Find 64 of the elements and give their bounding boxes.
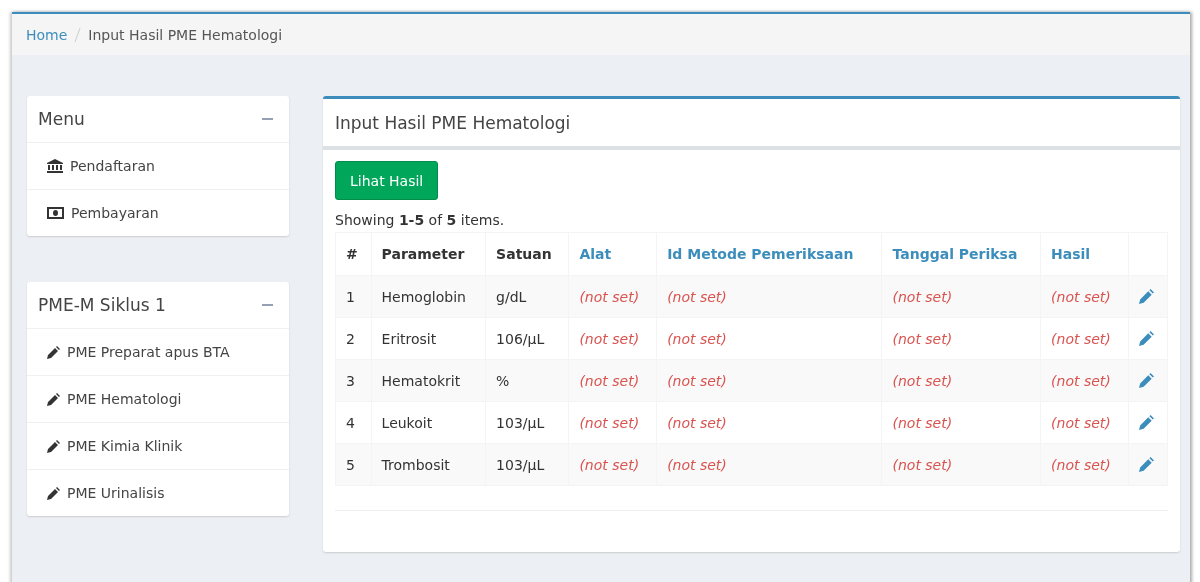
table-cell: 103/µL: [485, 443, 569, 486]
table-cell: (not set): [882, 359, 1041, 402]
sort-link[interactable]: Hasil: [1040, 232, 1129, 276]
table-cell: Eritrosit: [371, 317, 486, 360]
summary-text: Showing 1-5 of 5 items.: [335, 212, 506, 228]
table-cell: (not set): [882, 443, 1041, 486]
pencil-icon: [47, 345, 60, 359]
panel-title: Input Hasil PME Hematologi: [335, 112, 571, 133]
table-cell: Trombosit: [371, 443, 486, 486]
table-cell: (not set): [1040, 401, 1129, 444]
edit-icon[interactable]: [1138, 331, 1154, 346]
table-cell: Leukoit: [371, 401, 486, 444]
table-cell: Hemoglobin: [371, 275, 486, 318]
table-cell: (not set): [656, 443, 882, 486]
column-header: Satuan: [485, 232, 569, 276]
table-cell: g/dL: [485, 275, 569, 318]
column-header: #: [335, 232, 372, 276]
menu-item[interactable]: PME Urinalisis: [27, 470, 289, 516]
table-cell: (not set): [1040, 443, 1129, 486]
menu-item[interactable]: PME Hematologi: [27, 376, 289, 423]
table-cell: (not set): [568, 443, 657, 486]
panel-title: Menu: [38, 109, 85, 129]
pencil-icon: [47, 439, 60, 453]
table-cell: (not set): [1040, 317, 1129, 360]
bank-icon: [47, 159, 63, 173]
table-cell: 4: [335, 401, 372, 444]
edit-icon[interactable]: [1138, 457, 1154, 472]
edit-icon[interactable]: [1138, 415, 1154, 430]
table-cell: (not set): [656, 401, 882, 444]
table-cell: (not set): [568, 401, 657, 444]
table-cell: (not set): [882, 401, 1041, 444]
edit-icon[interactable]: [1138, 373, 1154, 388]
table-cell: (not set): [568, 359, 657, 402]
sort-link[interactable]: Tanggal Periksa: [882, 232, 1041, 276]
sort-link[interactable]: Alat: [568, 232, 657, 276]
table-cell: 103/µL: [485, 401, 569, 444]
table-cell: 106/µL: [485, 317, 569, 360]
table-cell: (not set): [656, 317, 882, 360]
table-cell: (not set): [656, 275, 882, 318]
column-header: Parameter: [371, 232, 486, 276]
pencil-icon: [47, 392, 60, 406]
banknote-icon: [47, 207, 64, 219]
table-cell: (not set): [656, 359, 882, 402]
menu-item[interactable]: Pendaftaran: [27, 143, 289, 190]
table-cell: %: [485, 359, 569, 402]
table-cell: (not set): [1040, 359, 1129, 402]
table-cell: 2: [335, 317, 372, 360]
table-cell: (not set): [882, 275, 1041, 318]
menu-item[interactable]: Pembayaran: [27, 190, 289, 236]
table-cell: (not set): [568, 275, 657, 318]
table-cell: (not set): [1040, 275, 1129, 318]
table-cell: 1: [335, 275, 372, 318]
panel-title: PME-M Siklus 1: [38, 295, 166, 315]
table-cell: 5: [335, 443, 372, 486]
table-cell: (not set): [882, 317, 1041, 360]
menu-item[interactable]: PME Preparat apus BTA: [27, 329, 289, 376]
table-cell: 3: [335, 359, 372, 402]
breadcrumb-current: Input Hasil PME Hematologi: [88, 26, 283, 43]
edit-icon[interactable]: [1138, 289, 1154, 304]
menu-item[interactable]: PME Kimia Klinik: [27, 423, 289, 470]
table-cell: Hematokrit: [371, 359, 486, 402]
table-cell: (not set): [568, 317, 657, 360]
pencil-icon: [47, 486, 60, 500]
sort-link[interactable]: Id Metode Pemeriksaan: [656, 232, 882, 276]
